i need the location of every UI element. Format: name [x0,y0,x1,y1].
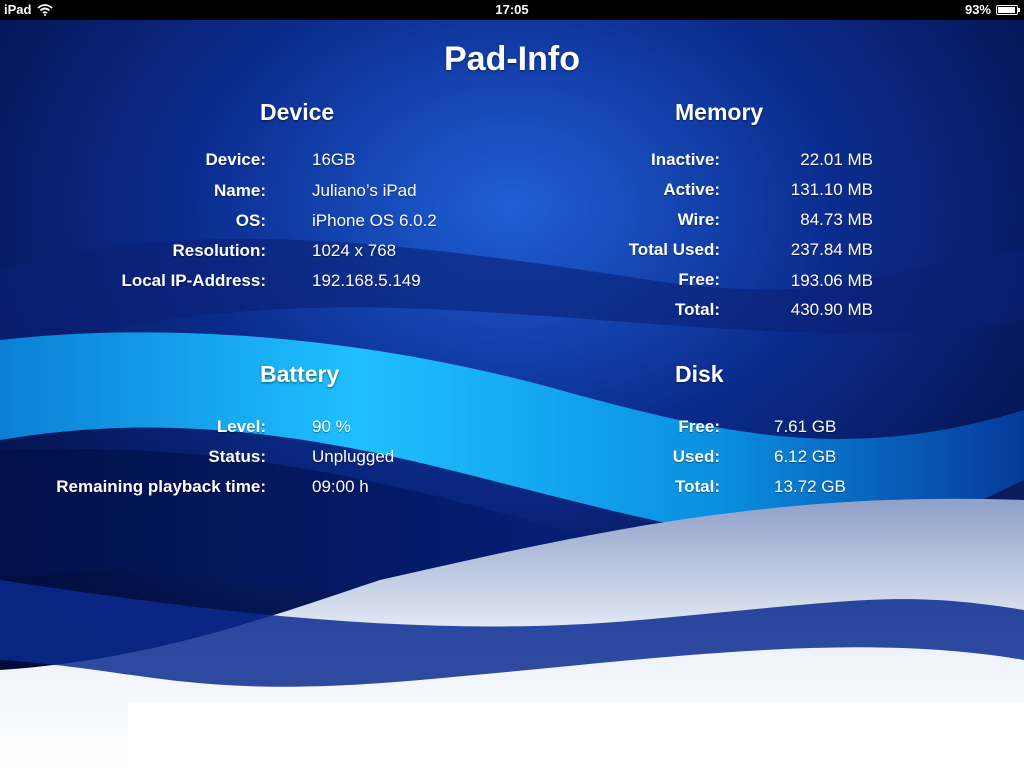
memory-heading: Memory [675,99,764,125]
disk-free-value: 7.61 GB [774,417,837,436]
memory-total-used-value: 237.84 MB [790,240,873,259]
disk-heading: Disk [675,361,724,387]
memory-total-label: Total: [674,300,720,319]
battery-status-label: Status: [208,447,266,466]
blank-area [128,702,1024,768]
os-value: iPhone OS 6.0.2 [312,211,437,230]
memory-total-value: 430.90 MB [790,300,873,319]
resolution-label: Resolution: [172,241,267,260]
disk-used-value: 6.12 GB [774,447,837,466]
memory-inactive-value: 22.01 MB [800,150,873,169]
os-label: OS: [235,211,266,230]
wallpaper-background [0,20,1024,768]
memory-wire-value: 84.73 MB [800,210,873,229]
memory-inactive-label: Inactive: [651,150,720,169]
device-heading: Device [260,99,335,125]
status-right: 93% [964,2,1020,17]
battery-heading: Battery [260,361,340,387]
memory-total-used-label: Total Used: [628,240,720,259]
battery-fill [998,6,1015,13]
memory-active-value: 131.10 MB [790,180,873,199]
battery-percent: 93% [964,2,991,17]
disk-total-label: Total: [674,477,720,496]
memory-free-label: Free: [678,270,720,289]
disk-free-label: Free: [678,417,720,436]
remaining-time-label: Remaining playback time: [56,477,266,496]
device-value: 16GB [312,150,356,169]
name-label: Name: [214,181,266,200]
battery-level-value: 90 % [312,417,351,436]
disk-total-value: 13.72 GB [774,477,846,496]
memory-active-label: Active: [663,180,720,199]
battery-level-label: Level: [216,417,266,436]
disk-used-label: Used: [672,447,720,466]
battery-status-value: Unplugged [312,447,395,466]
resolution-value: 1024 x 768 [312,241,397,260]
device-label: Device: [205,150,266,169]
name-value: Juliano’s iPad [312,181,417,200]
memory-wire-label: Wire: [677,210,720,229]
ip-address-label: Local IP-Address: [121,271,266,290]
battery-icon [996,4,1020,15]
memory-free-value: 193.06 MB [790,271,873,290]
page-title: Pad-Info [444,40,580,78]
remaining-time-value: 09:00 h [312,477,369,496]
status-time: 17:05 [495,2,529,17]
status-bar: iPad 17:05 93% [0,0,1024,20]
ip-address-value: 192.168.5.149 [312,271,421,290]
